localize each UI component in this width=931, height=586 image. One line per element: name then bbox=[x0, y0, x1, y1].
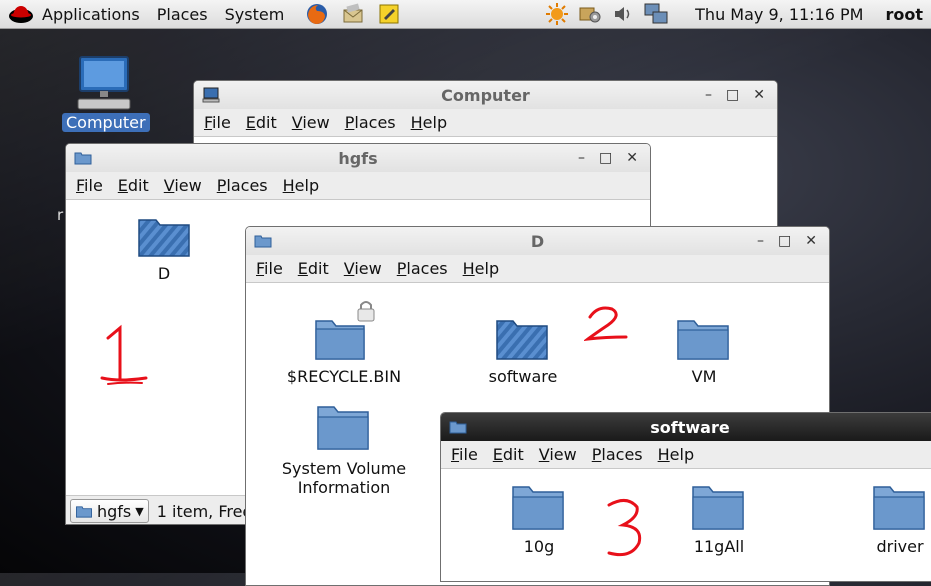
folder-label: software bbox=[488, 367, 558, 386]
minimize-button[interactable]: – bbox=[757, 233, 764, 249]
folder-open-icon bbox=[496, 320, 548, 360]
menu-places[interactable]: Places bbox=[345, 113, 396, 132]
folder-item-11gall[interactable]: 11gAll bbox=[654, 483, 784, 556]
folder-item-recycle-bin[interactable]: $RECYCLE.BIN bbox=[279, 299, 409, 386]
window-title: D bbox=[530, 231, 545, 251]
hgfs-titlebar[interactable]: hgfs – □ ✕ bbox=[66, 144, 650, 172]
menu-view[interactable]: View bbox=[292, 113, 330, 132]
folder-label: driver bbox=[876, 537, 924, 556]
minimize-button[interactable]: – bbox=[578, 150, 585, 166]
folder-label: VM bbox=[691, 367, 717, 386]
software-menubar: File Edit View Places Help bbox=[441, 441, 931, 469]
maximize-button[interactable]: □ bbox=[778, 233, 791, 249]
folder-label: $RECYCLE.BIN bbox=[286, 367, 402, 386]
mail-icon[interactable] bbox=[341, 2, 365, 26]
folder-item-system-volume[interactable]: System Volume Information bbox=[279, 401, 409, 497]
folder-item-driver[interactable]: driver bbox=[835, 483, 931, 556]
menu-file[interactable]: File bbox=[451, 445, 478, 464]
computer-icon bbox=[77, 56, 131, 110]
window-title: Computer bbox=[441, 85, 530, 105]
window-title: hgfs bbox=[338, 148, 378, 168]
menu-edit[interactable]: Edit bbox=[298, 259, 329, 278]
folder-icon bbox=[873, 486, 925, 530]
d-menubar: File Edit View Places Help bbox=[246, 255, 829, 283]
folder-icon bbox=[317, 406, 369, 450]
volume-icon[interactable] bbox=[611, 2, 635, 26]
minimize-button[interactable]: – bbox=[705, 87, 712, 103]
computer-menubar: File Edit View Places Help bbox=[194, 109, 777, 137]
desktop-computer-label: Computer bbox=[62, 113, 150, 132]
user-name[interactable]: root bbox=[885, 5, 923, 24]
menu-file[interactable]: File bbox=[256, 259, 283, 278]
menu-view[interactable]: View bbox=[164, 176, 202, 195]
top-panel: Applications Places System Thu May 9, 11… bbox=[0, 0, 931, 29]
close-button[interactable]: ✕ bbox=[805, 233, 817, 249]
folder-label: 10g bbox=[523, 537, 555, 556]
folder-label: System Volume Information bbox=[281, 459, 407, 497]
system-menu[interactable]: System bbox=[225, 5, 285, 24]
menu-edit[interactable]: Edit bbox=[118, 176, 149, 195]
desktop-label-fragment: r bbox=[57, 206, 64, 224]
applications-menu[interactable]: Applications bbox=[42, 5, 140, 24]
location-label: hgfs bbox=[97, 501, 132, 521]
software-content: 10g 11gAll driver bbox=[441, 469, 931, 581]
software-titlebar[interactable]: software bbox=[441, 413, 931, 441]
package-settings-icon[interactable] bbox=[578, 2, 602, 26]
folder-label: 11gAll bbox=[693, 537, 745, 556]
menu-help[interactable]: Help bbox=[463, 259, 499, 278]
menu-places[interactable]: Places bbox=[217, 176, 268, 195]
folder-item-d[interactable]: D bbox=[99, 214, 229, 283]
folder-small-icon bbox=[76, 505, 92, 518]
folder-icon bbox=[512, 486, 564, 530]
menu-places[interactable]: Places bbox=[592, 445, 643, 464]
firefox-icon[interactable] bbox=[305, 2, 329, 26]
folder-open-icon bbox=[138, 219, 190, 257]
maximize-button[interactable]: □ bbox=[599, 150, 612, 166]
folder-item-10g[interactable]: 10g bbox=[474, 483, 604, 556]
computer-titlebar[interactable]: Computer – □ ✕ bbox=[194, 81, 777, 109]
folder-icon bbox=[677, 320, 729, 360]
menu-edit[interactable]: Edit bbox=[493, 445, 524, 464]
redhat-logo-icon[interactable] bbox=[8, 3, 34, 25]
hgfs-menubar: File Edit View Places Help bbox=[66, 172, 650, 200]
annotation-3 bbox=[607, 499, 642, 557]
d-titlebar[interactable]: D – □ ✕ bbox=[246, 227, 829, 255]
menu-edit[interactable]: Edit bbox=[246, 113, 277, 132]
close-button[interactable]: ✕ bbox=[626, 150, 638, 166]
folder-item-vm[interactable]: VM bbox=[639, 299, 769, 386]
desktop-computer-icon[interactable]: Computer bbox=[62, 55, 150, 132]
menu-help[interactable]: Help bbox=[283, 176, 319, 195]
maximize-button[interactable]: □ bbox=[726, 87, 739, 103]
menu-places[interactable]: Places bbox=[397, 259, 448, 278]
folder-label: D bbox=[157, 264, 171, 283]
menu-help[interactable]: Help bbox=[411, 113, 447, 132]
clock[interactable]: Thu May 9, 11:16 PM bbox=[695, 5, 863, 24]
window-title: software bbox=[650, 417, 730, 437]
menu-view[interactable]: View bbox=[539, 445, 577, 464]
menu-view[interactable]: View bbox=[344, 259, 382, 278]
menu-file[interactable]: File bbox=[204, 113, 231, 132]
software-window: software File Edit View Places Help 10g … bbox=[440, 412, 931, 582]
places-menu[interactable]: Places bbox=[157, 5, 208, 24]
close-button[interactable]: ✕ bbox=[753, 87, 765, 103]
status-text: 1 item, Free bbox=[156, 501, 253, 521]
annotation-2 bbox=[584, 306, 628, 341]
folder-icon bbox=[692, 486, 744, 530]
location-combo[interactable]: hgfs ▼ bbox=[70, 499, 149, 523]
folder-locked-icon bbox=[315, 301, 375, 360]
update-sun-icon[interactable] bbox=[545, 2, 569, 26]
annotation-1 bbox=[100, 324, 148, 385]
folder-item-software[interactable]: software bbox=[458, 299, 588, 386]
notes-icon[interactable] bbox=[377, 2, 401, 26]
menu-file[interactable]: File bbox=[76, 176, 103, 195]
chevron-down-icon: ▼ bbox=[135, 504, 144, 518]
menu-help[interactable]: Help bbox=[658, 445, 694, 464]
network-icon[interactable] bbox=[644, 2, 668, 26]
